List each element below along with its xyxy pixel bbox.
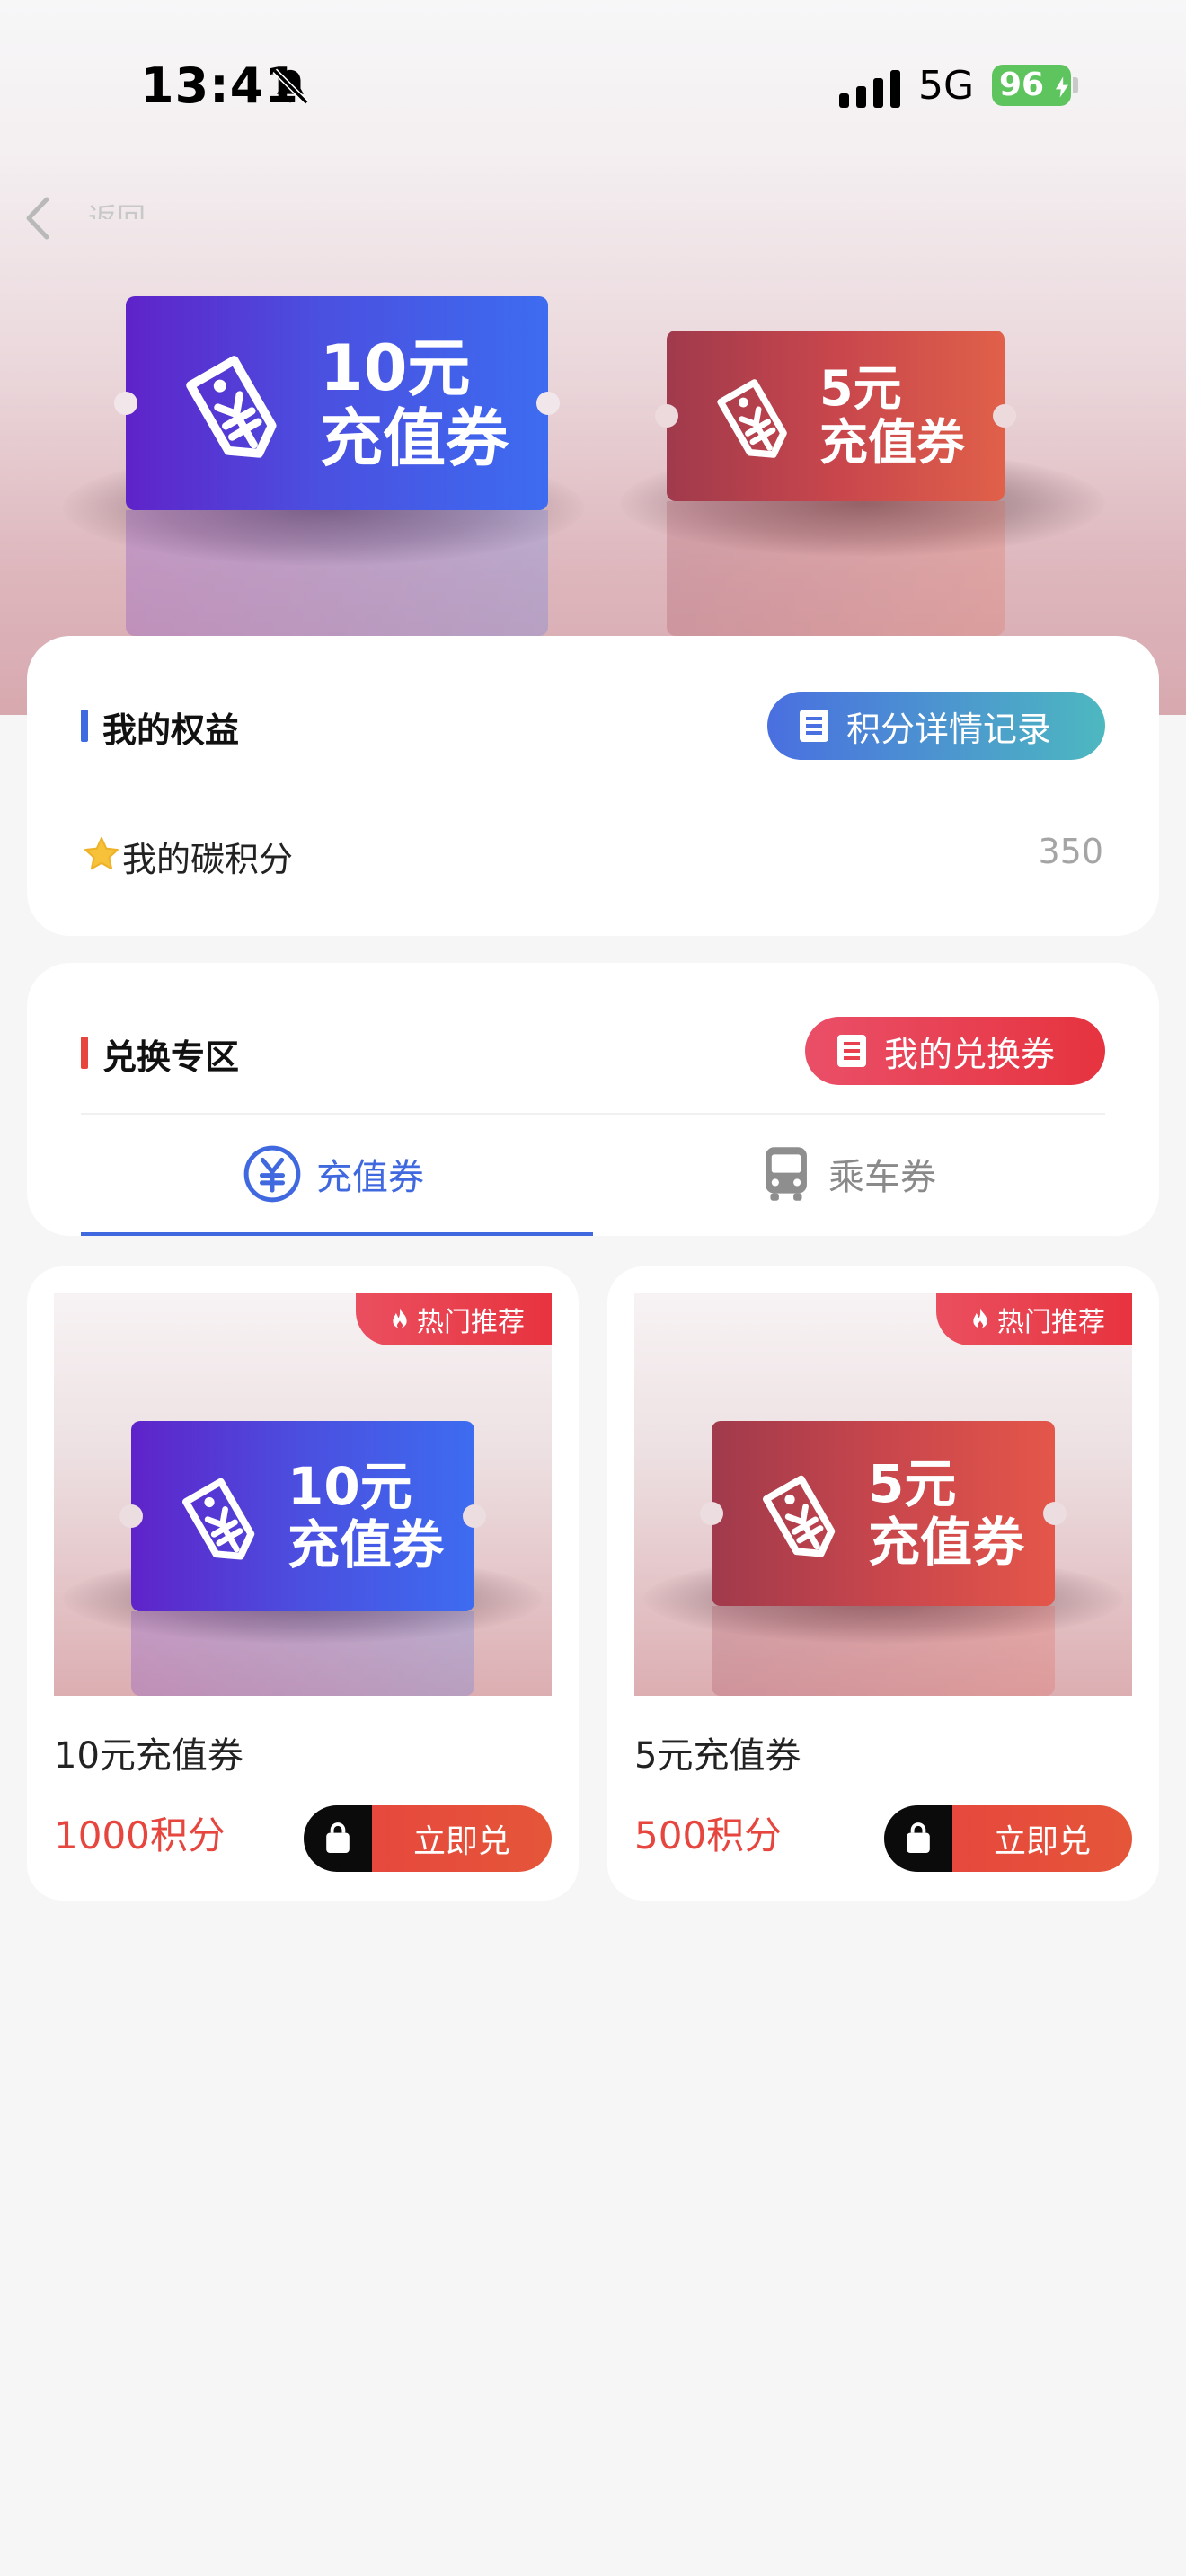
coupon-amount: 5元 <box>868 1453 957 1515</box>
shopping-bag-icon <box>326 1822 350 1853</box>
yuan-tag-icon <box>182 1478 255 1560</box>
yuan-tag-icon <box>186 356 277 458</box>
network-label: 5G <box>918 63 975 109</box>
redeem-label: 立即兑 <box>952 1805 1132 1872</box>
bell-muted-icon <box>272 68 309 105</box>
my-coupons-button[interactable]: 我的兑换券 <box>805 1017 1105 1085</box>
battery-level: 96 <box>999 66 1045 103</box>
product-card[interactable]: 5元 充值券 热门推荐 5元充值券 500积分 立即兑 <box>607 1266 1159 1901</box>
signal-icon <box>839 70 900 108</box>
banner-coupon-10: 10元 充值券 <box>114 296 560 510</box>
tabs-divider <box>81 1113 1105 1115</box>
my-coupons-label: 我的兑换券 <box>884 1034 1056 1074</box>
banner-coupon-amount: 5元 <box>819 359 902 417</box>
product-price: 1000积分 <box>54 1813 226 1857</box>
exchange-title: 兑换专区 <box>102 1037 240 1077</box>
star-icon <box>84 837 119 870</box>
section-accent-bar <box>81 710 88 742</box>
section-accent-bar <box>81 1037 88 1069</box>
carbon-points-label: 我的碳积分 <box>122 840 294 879</box>
redeem-button[interactable]: 立即兑 <box>304 1805 552 1872</box>
back-chevron-icon[interactable] <box>23 196 54 241</box>
tab-ride[interactable]: 乘车券 <box>762 1142 936 1205</box>
tab-recharge[interactable]: 充值券 <box>243 1142 424 1205</box>
banner-coupon-5: 5元 充值券 <box>655 331 1016 501</box>
shopping-bag-icon <box>907 1822 930 1853</box>
tab-ride-label: 乘车券 <box>828 1157 936 1198</box>
tab-recharge-label: 充值券 <box>316 1157 424 1198</box>
product-image: 5元 充值券 热门推荐 <box>634 1293 1132 1696</box>
points-detail-label: 积分详情记录 <box>846 709 1052 749</box>
product-card[interactable]: 10元 充值券 热门推荐 10元充值券 1000积分 立即兑 <box>27 1266 579 1901</box>
charging-bolt-icon <box>1055 76 1068 98</box>
bus-icon <box>766 1147 807 1201</box>
coupon-name: 充值券 <box>288 1514 445 1575</box>
exchange-card: 兑换专区 我的兑换券 充值券 乘车券 <box>27 963 1159 1236</box>
redeem-button[interactable]: 立即兑 <box>884 1805 1132 1872</box>
banner-coupon-amount: 10元 <box>320 331 471 405</box>
hero-banner: 13:41 5G 96 返回 10元 充值券 5元 充值券 <box>0 0 1186 715</box>
yuan-tag-icon <box>763 1475 836 1557</box>
banner-coupon-name: 充值券 <box>819 414 965 471</box>
rights-card: 我的权益 积分详情记录 我的碳积分 350 <box>27 636 1159 936</box>
back-label[interactable]: 返回 <box>88 196 146 219</box>
banner-coupon-5-reflection <box>667 501 1005 636</box>
product-price: 500积分 <box>634 1813 783 1857</box>
battery-tip <box>1073 77 1078 93</box>
bag-container <box>304 1805 372 1872</box>
product-coupon-reflection <box>712 1606 1055 1696</box>
product-coupon-visual: 5元 充值券 <box>700 1421 1067 1606</box>
hot-badge-label: 热门推荐 <box>997 1307 1105 1338</box>
product-image: 10元 充值券 热门推荐 <box>54 1293 552 1696</box>
flame-icon <box>393 1308 407 1328</box>
hot-badge-label: 热门推荐 <box>417 1307 525 1338</box>
product-name: 5元充值券 <box>634 1735 801 1777</box>
banner-coupon-10-reflection <box>126 510 548 636</box>
document-icon <box>837 1035 866 1067</box>
flame-icon <box>973 1308 987 1328</box>
bag-container <box>884 1805 952 1872</box>
product-coupon-reflection <box>131 1611 474 1696</box>
hot-badge: 热门推荐 <box>356 1293 552 1345</box>
rights-title: 我的权益 <box>102 710 240 750</box>
redeem-label: 立即兑 <box>372 1805 552 1872</box>
product-coupon-visual: 10元 充值券 <box>119 1421 486 1611</box>
coupon-name: 充值券 <box>868 1512 1025 1573</box>
yuan-circle-icon <box>243 1145 301 1203</box>
yuan-tag-icon <box>717 379 787 458</box>
battery-indicator: 96 <box>992 65 1071 106</box>
document-icon <box>800 710 828 742</box>
points-detail-button[interactable]: 积分详情记录 <box>767 692 1105 760</box>
carbon-points-value: 350 <box>1038 832 1103 871</box>
coupon-amount: 10元 <box>288 1456 412 1518</box>
hot-badge: 热门推荐 <box>936 1293 1132 1345</box>
active-tab-indicator <box>81 1232 593 1236</box>
banner-coupon-name: 充值券 <box>320 401 509 475</box>
product-name: 10元充值券 <box>54 1735 243 1777</box>
